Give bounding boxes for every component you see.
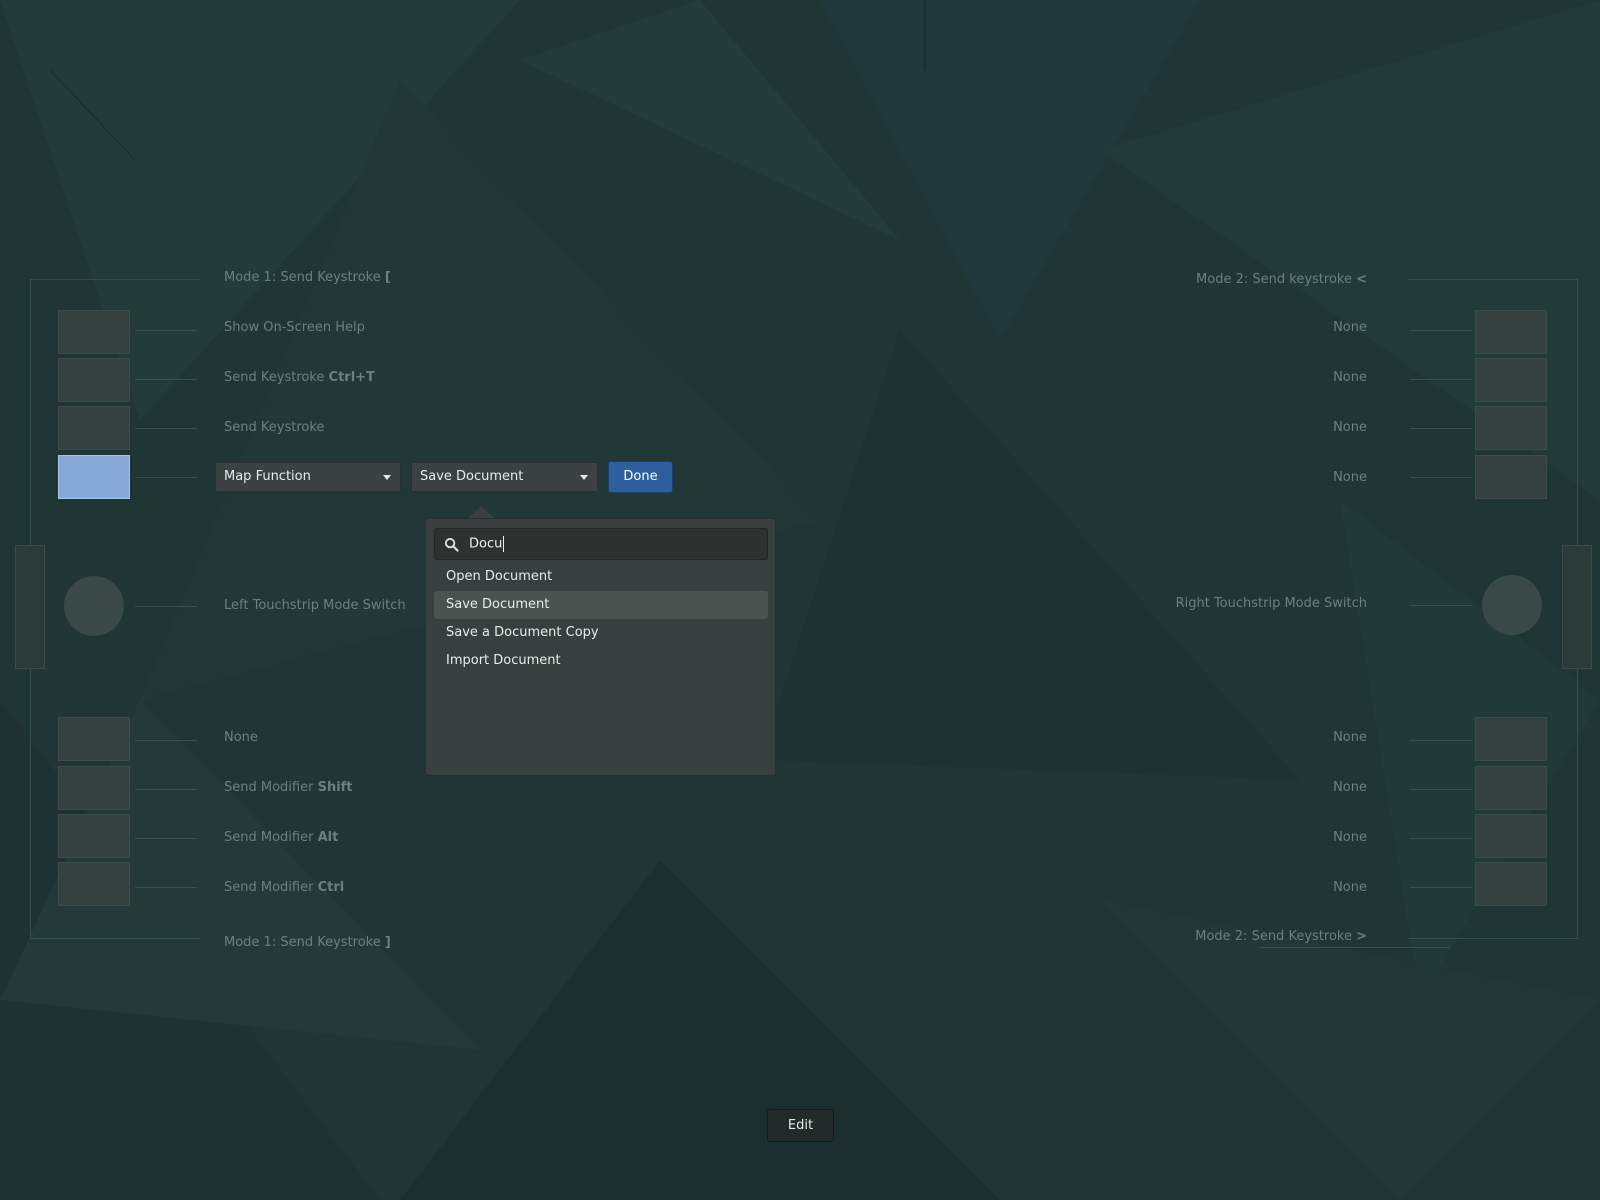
action-search-popover: Docu Open Document Save Document Save a …	[425, 518, 776, 776]
left-button-8-key: Ctrl	[317, 880, 345, 895]
right-button-6-label: None	[1333, 780, 1367, 795]
map-function-combo-label: Map Function	[224, 469, 311, 484]
right-pad-button-6[interactable]	[1475, 766, 1547, 810]
right-button-4-label: None	[1333, 470, 1367, 485]
left-button-5-label: None	[224, 730, 258, 745]
left-pad-button-4-active[interactable]	[58, 455, 130, 499]
left-bottom-mode-label: Mode 1: Send Keystroke ]	[224, 935, 391, 950]
right-button-3-label: None	[1333, 420, 1367, 435]
option-open-document[interactable]: Open Document	[434, 563, 768, 591]
right-button-2-label: None	[1333, 370, 1367, 385]
left-leader-8	[135, 887, 197, 888]
right-button-1-label: None	[1333, 320, 1367, 335]
left-leader-4	[135, 477, 197, 478]
left-button-7-label: Send Modifier Alt	[224, 830, 338, 845]
left-button-8-label: Send Modifier Ctrl	[224, 880, 344, 895]
done-button[interactable]: Done	[608, 461, 673, 493]
left-button-2-label: Send Keystroke Ctrl+T	[224, 370, 375, 385]
left-touchstrip	[15, 545, 45, 669]
right-touchring[interactable]	[1482, 575, 1542, 635]
right-leader-6	[1410, 789, 1472, 790]
right-top-mode-text: Mode 2: Send keystroke	[1196, 272, 1357, 287]
edit-button[interactable]: Edit	[767, 1109, 834, 1142]
left-top-mode-label: Mode 1: Send Keystroke [	[224, 270, 391, 285]
right-leader-5	[1410, 740, 1472, 741]
left-leader-5	[135, 740, 197, 741]
left-leader-1	[135, 330, 197, 331]
text-caret	[503, 536, 505, 552]
left-touchring[interactable]	[64, 576, 124, 636]
left-pad-button-7[interactable]	[58, 814, 130, 858]
right-pad-button-4[interactable]	[1475, 455, 1547, 499]
action-combo[interactable]: Save Document	[411, 462, 598, 492]
right-leader-2	[1410, 379, 1472, 380]
left-button-8-text: Send Modifier	[224, 880, 318, 895]
right-touchstrip	[1562, 545, 1592, 669]
left-button-2-key: Ctrl+T	[328, 370, 375, 385]
right-bottom-leader	[1260, 947, 1450, 948]
left-button-6-key: Shift	[317, 780, 353, 795]
right-pad-button-2[interactable]	[1475, 358, 1547, 402]
option-save-document[interactable]: Save Document	[434, 591, 768, 619]
right-button-5-label: None	[1333, 730, 1367, 745]
left-bottom-mode-key: ]	[384, 935, 391, 950]
left-pad-button-2[interactable]	[58, 358, 130, 402]
left-button-6-label: Send Modifier Shift	[224, 780, 353, 795]
left-button-7-text: Send Modifier	[224, 830, 318, 845]
right-bottom-mode-key: >	[1356, 929, 1367, 944]
left-leader-3	[135, 428, 197, 429]
right-top-mode-key: <	[1356, 272, 1367, 287]
option-import-document[interactable]: Import Document	[434, 647, 768, 675]
left-button-1-text: Show On-Screen Help	[224, 320, 365, 335]
option-save-document-copy[interactable]: Save a Document Copy	[434, 619, 768, 647]
right-strip-leader	[1410, 605, 1472, 606]
left-leader-6	[135, 789, 197, 790]
action-search-input[interactable]: Docu	[434, 528, 768, 560]
left-top-mode-key: [	[384, 270, 391, 285]
left-button-2-text: Send Keystroke	[224, 370, 329, 385]
search-input-value: Docu	[469, 536, 503, 552]
right-pad-button-3[interactable]	[1475, 406, 1547, 450]
right-leader-1	[1410, 330, 1472, 331]
left-pad-button-3[interactable]	[58, 406, 130, 450]
right-pad-button-5[interactable]	[1475, 717, 1547, 761]
left-button-3-text: Send Keystroke	[224, 420, 325, 435]
action-combo-label: Save Document	[420, 469, 524, 484]
left-leader-2	[135, 379, 197, 380]
right-bottom-mode-text: Mode 2: Send Keystroke	[1195, 929, 1357, 944]
right-button-7-label: None	[1333, 830, 1367, 845]
pad-map-overlay: Mode 1: Send Keystroke [ Show On-Screen …	[0, 0, 1600, 1200]
search-icon	[444, 537, 459, 552]
left-strip-leader	[135, 606, 197, 607]
left-pad-button-6[interactable]	[58, 766, 130, 810]
right-leader-4	[1410, 477, 1472, 478]
right-pad-button-1[interactable]	[1475, 310, 1547, 354]
left-button-6-text: Send Modifier	[224, 780, 318, 795]
right-leader-3	[1410, 428, 1472, 429]
right-top-mode-label: Mode 2: Send keystroke <	[1196, 272, 1367, 287]
right-bottom-mode-label: Mode 2: Send Keystroke >	[1195, 929, 1367, 944]
right-touchstrip-label: Right Touchstrip Mode Switch	[1175, 596, 1367, 611]
right-pad-button-7[interactable]	[1475, 814, 1547, 858]
left-pad-button-5[interactable]	[58, 717, 130, 761]
left-bottom-mode-text: Mode 1: Send Keystroke	[224, 935, 385, 950]
left-button-3-label: Send Keystroke	[224, 420, 324, 435]
chevron-down-icon	[383, 475, 391, 480]
left-pad-button-1[interactable]	[58, 310, 130, 354]
left-touchstrip-label: Left Touchstrip Mode Switch	[224, 598, 406, 613]
right-button-8-label: None	[1333, 880, 1367, 895]
left-button-1-label: Show On-Screen Help	[224, 320, 365, 335]
right-leader-8	[1410, 887, 1472, 888]
right-leader-7	[1410, 838, 1472, 839]
chevron-down-icon	[580, 475, 588, 480]
left-top-mode-text: Mode 1: Send Keystroke	[224, 270, 385, 285]
left-leader-7	[135, 838, 197, 839]
right-pad-button-8[interactable]	[1475, 862, 1547, 906]
left-button-7-key: Alt	[317, 830, 339, 845]
left-pad-button-8[interactable]	[58, 862, 130, 906]
left-button-5-text: None	[224, 730, 258, 745]
map-function-combo[interactable]: Map Function	[215, 462, 401, 492]
